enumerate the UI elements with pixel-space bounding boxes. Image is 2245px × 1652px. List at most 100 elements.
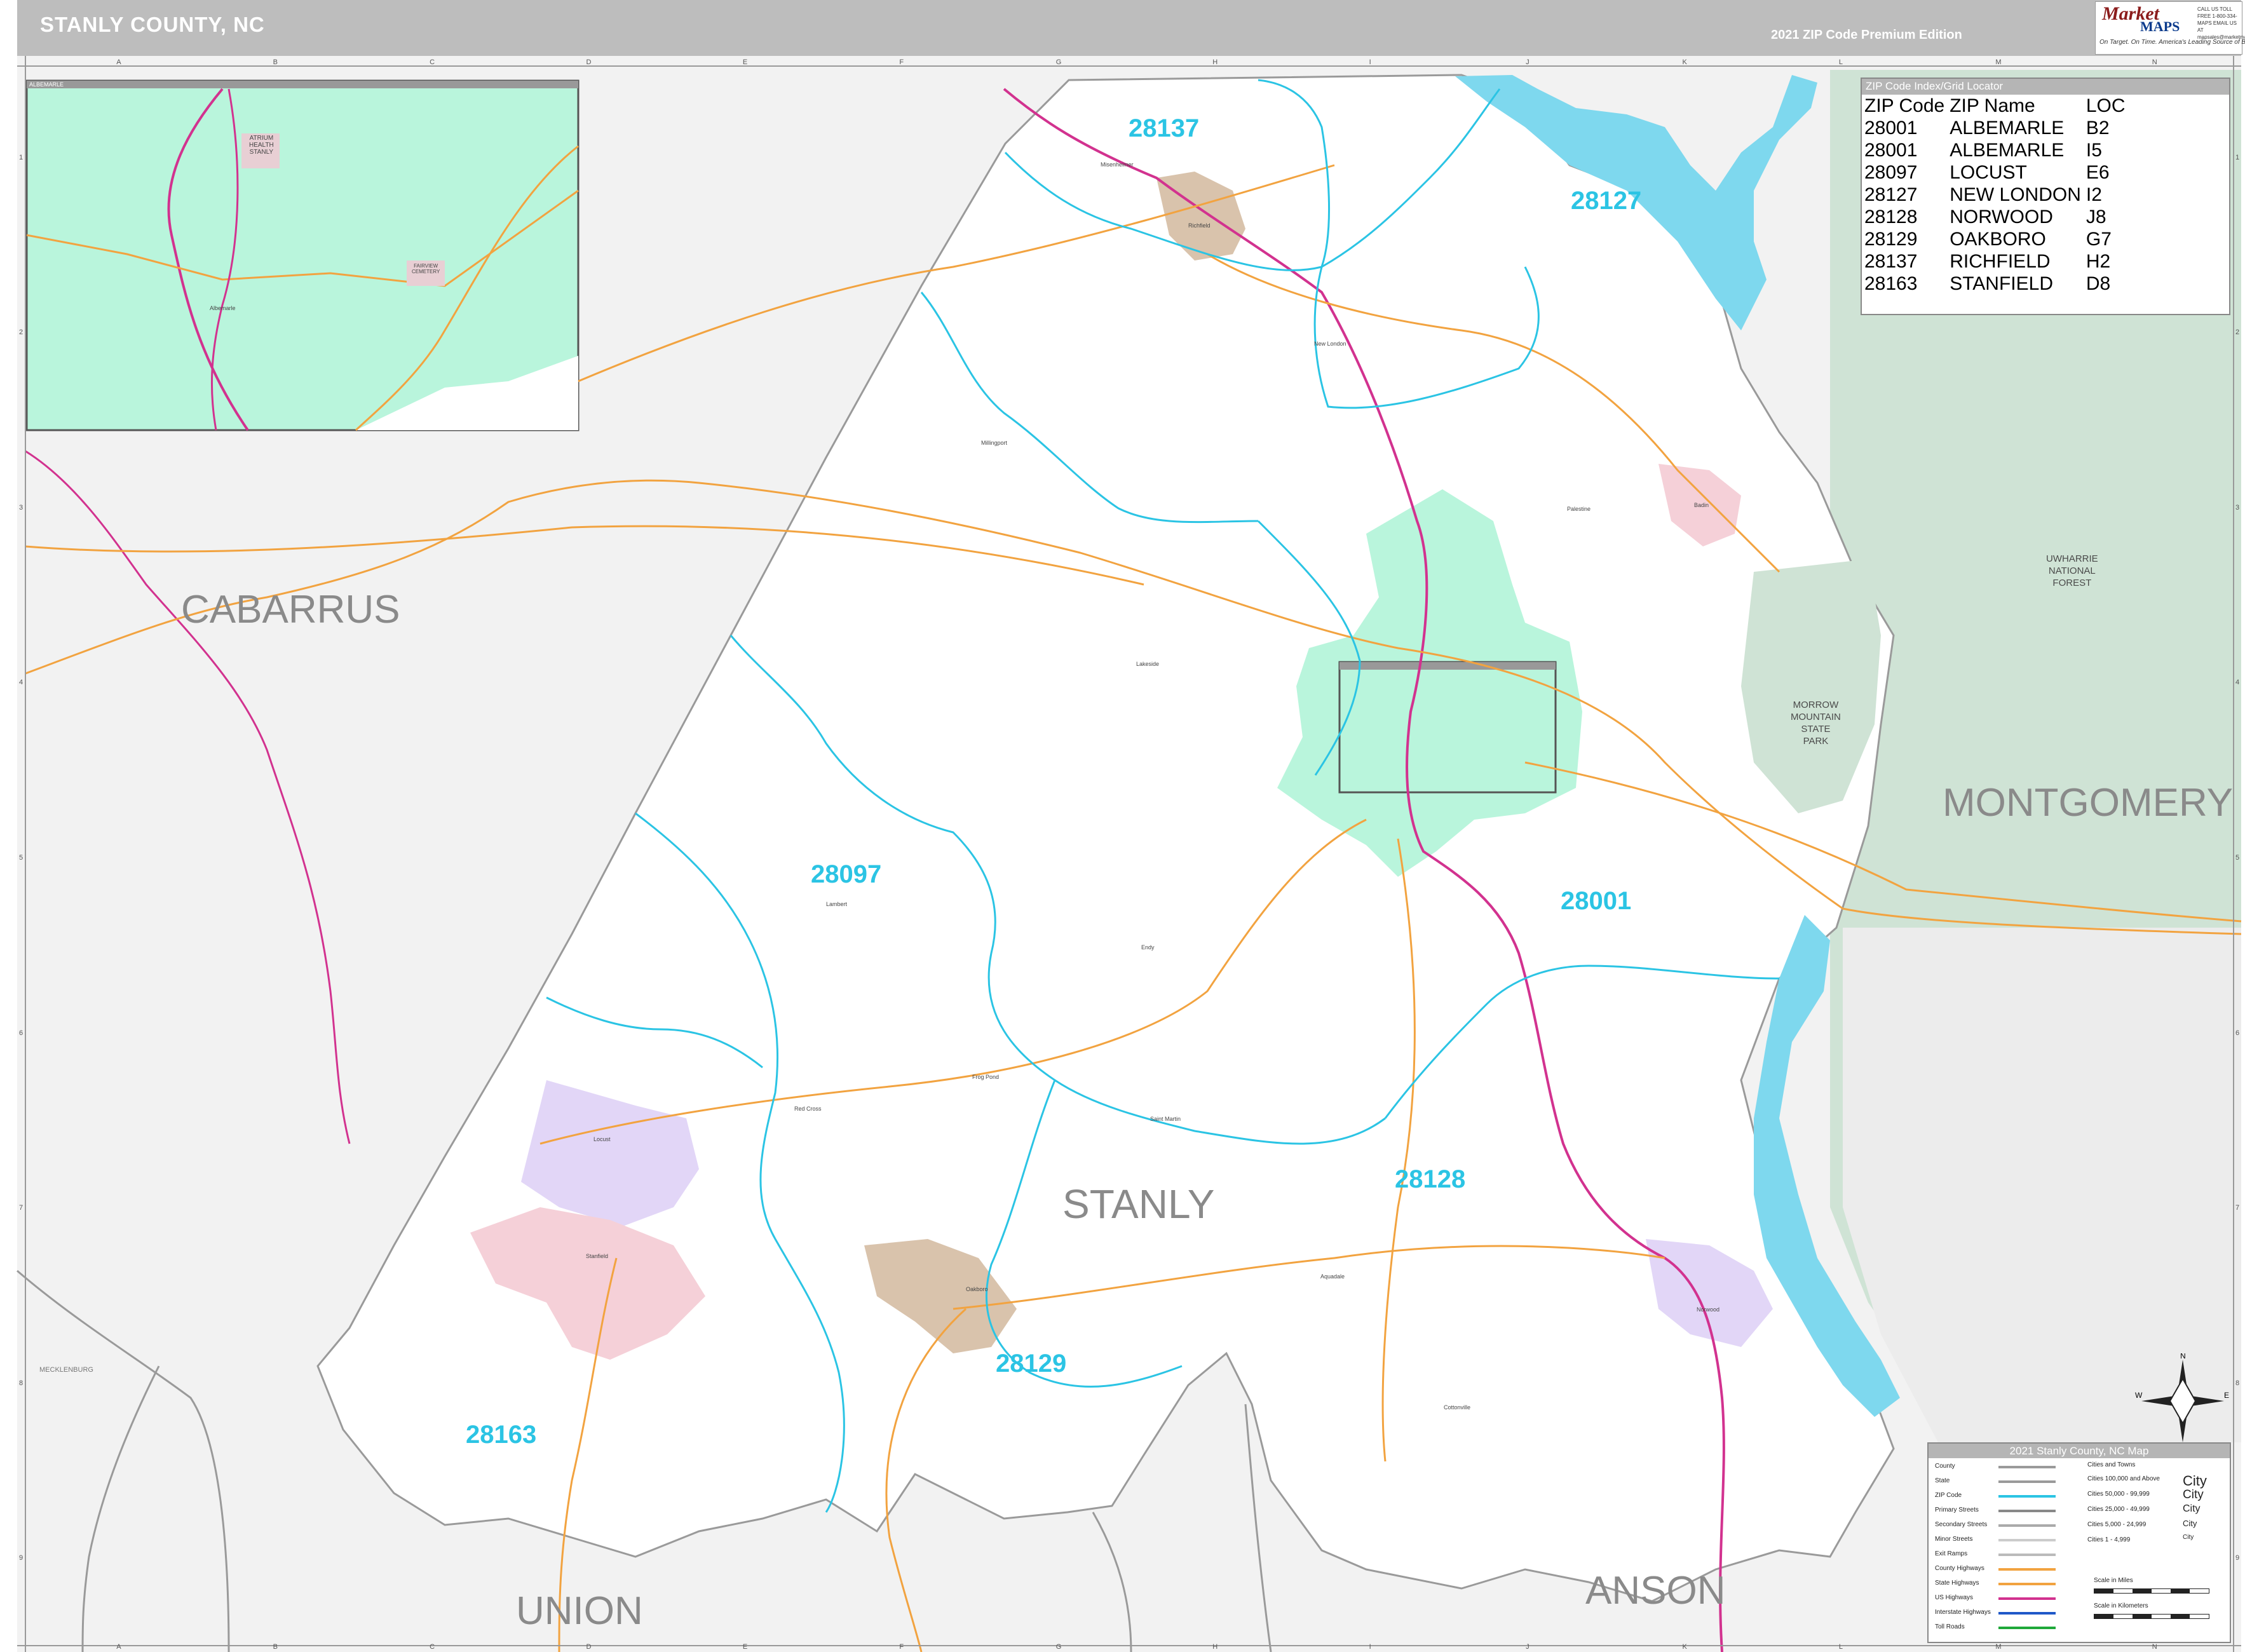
county-label-mecklenburg: MECKLENBURG (39, 1366, 93, 1374)
grid-column-label: C (430, 58, 435, 66)
legend-city-sample: City (2183, 1503, 2201, 1514)
zip-loc: I2 (2086, 184, 2102, 205)
inset-map-title-bar (27, 81, 578, 88)
zip-loc: I5 (2086, 140, 2102, 161)
place-saint-martin: Saint Martin (1150, 1116, 1181, 1122)
zip-code: 28129 (1864, 229, 1918, 250)
legend-item-swatch (1998, 1568, 2056, 1571)
legend-item-label: Secondary Streets (1935, 1521, 1988, 1528)
place-endy: Endy (1141, 944, 1155, 951)
place-badin: Badin (1694, 502, 1709, 508)
grid-column-label: E (742, 58, 748, 66)
grid-column-label: A (116, 1643, 121, 1651)
zip-name: ALBEMARLE (1950, 140, 2065, 161)
zip-index-header-row: ZIP Code ZIP Name LOC (1863, 95, 2129, 117)
zip-loc: H2 (2086, 251, 2111, 272)
grid-column-label: J (1526, 58, 1529, 66)
legend-city-sample: City (2183, 1534, 2194, 1541)
compass-w: W (2135, 1391, 2143, 1400)
zip-label-28097: 28097 (811, 860, 882, 888)
legend-item-label: US Highways (1935, 1594, 1974, 1601)
zip-index-row: 28128 NORWOOD J8 (1863, 206, 2129, 228)
grid-column-label: F (899, 58, 904, 66)
grid-column-label: D (586, 1643, 592, 1651)
zip-code: 28001 (1864, 118, 1918, 139)
legend-item-swatch (1998, 1597, 2056, 1600)
place-frog-pond: Frog Pond (972, 1074, 1000, 1080)
zip-label-28163: 28163 (466, 1421, 537, 1449)
place-norwood: Norwood (1697, 1306, 1720, 1313)
legend-item-label: Toll Roads (1935, 1623, 1965, 1630)
grid-row-label: 5 (2235, 854, 2240, 862)
place-palestine: Palestine (1567, 506, 1591, 512)
zip-code: 28128 (1864, 207, 1918, 227)
legend-city-class: Cities 50,000 - 99,999 (2087, 1491, 2150, 1498)
grid-column-label: L (1838, 1643, 1843, 1651)
grid-column-label: L (1838, 58, 1843, 66)
market-maps-logo: Market MAPS On Target. On Time. America'… (2095, 1, 2245, 55)
zip-loc: J8 (2086, 207, 2106, 227)
place-new-london: New London (1314, 341, 1346, 347)
legend-item-label: State (1935, 1477, 1950, 1484)
zip-loc: E6 (2086, 162, 2110, 183)
place-misenheimer: Misenheimer (1101, 161, 1134, 168)
zip-index-header-loc: LOC (2086, 95, 2126, 116)
place-richfield: Richfield (1188, 222, 1211, 229)
grid-column-label: E (742, 1643, 748, 1651)
legend-city-sample: City (2183, 1519, 2197, 1528)
legend-item-label: County (1935, 1463, 1955, 1470)
zip-name: OAKBORO (1950, 229, 2046, 250)
grid-column-label: F (899, 1643, 904, 1651)
grid-row-label: 3 (2235, 503, 2240, 511)
inset-fairview-label: FAIRVIEW CEMETERY (412, 263, 440, 274)
grid-row-label: 6 (2235, 1029, 2240, 1037)
legend-scale-km: Scale in Kilometers (2094, 1602, 2148, 1609)
zip-index-title: ZIP Code Index/Grid Locator (1862, 79, 2229, 95)
logo-maps-text: MAPS (2140, 18, 2180, 34)
grid-row-label: 2 (2235, 328, 2240, 337)
legend-item-label: County Highways (1935, 1565, 1984, 1572)
legend-item-swatch (1998, 1495, 2056, 1498)
zip-code: 28097 (1864, 162, 1918, 183)
grid-row-label: 5 (19, 854, 24, 862)
zip-index-table: ZIP Code ZIP Name LOC 28001 ALBEMARLE B2 2… (1863, 95, 2129, 295)
legend-item-swatch (1998, 1554, 2056, 1556)
zip-name: RICHFIELD (1950, 251, 2051, 272)
county-label-anson: ANSON (1585, 1569, 1726, 1613)
grid-row-label: 7 (19, 1204, 24, 1212)
legend-item-label: Interstate Highways (1935, 1609, 1991, 1616)
legend-scale-miles: Scale in Miles (2094, 1577, 2133, 1584)
compass-n: N (2180, 1353, 2186, 1360)
legend-city-sample: City (2183, 1473, 2207, 1489)
grid-column-label: N (2152, 58, 2157, 66)
park-label-uwharrie: UWHARRIE NATIONAL FOREST (2046, 553, 2098, 588)
zip-loc: D8 (2086, 273, 2111, 294)
zip-code: 28001 (1864, 140, 1918, 161)
legend-item-swatch (1998, 1510, 2056, 1512)
place-lakeside: Lakeside (1136, 661, 1160, 667)
grid-row-label: 1 (2235, 153, 2240, 161)
zip-index-row: 28163 STANFIELD D8 (1863, 273, 2129, 295)
inset-locator-title (1340, 662, 1556, 670)
zip-index-header-name: ZIP Name (1950, 95, 2035, 116)
grid-row-label: 2 (19, 328, 24, 337)
place-aquadale: Aquadale (1320, 1273, 1345, 1280)
grid-row-label: 4 (2235, 679, 2240, 687)
legend-scale-bar-miles (2094, 1588, 2209, 1594)
legend-item-label: Minor Streets (1935, 1536, 1973, 1543)
grid-column-label: I (1369, 1643, 1371, 1651)
inset-map-frame (25, 79, 580, 431)
zip-index-row: 28129 OAKBORO G7 (1863, 228, 2129, 250)
grid-column-label: K (1682, 1643, 1687, 1651)
legend-item-swatch (1998, 1466, 2056, 1468)
compass-rose-icon: N S E W (2135, 1353, 2229, 1449)
zip-index-row: 28137 RICHFIELD H2 (1863, 250, 2129, 273)
grid-row-label: 4 (19, 679, 24, 687)
zip-index-row: 28127 NEW LONDON I2 (1863, 184, 2129, 206)
county-label-montgomery: MONTGOMERY (1943, 781, 2233, 825)
zip-name: LOCUST (1950, 162, 2027, 183)
legend-item-label: ZIP Code (1935, 1492, 1962, 1499)
legend-scale-bar-km (2094, 1614, 2209, 1619)
legend-title: 2021 Stanly County, NC Map (1929, 1444, 2230, 1458)
grid-column-label: J (1526, 1643, 1529, 1651)
